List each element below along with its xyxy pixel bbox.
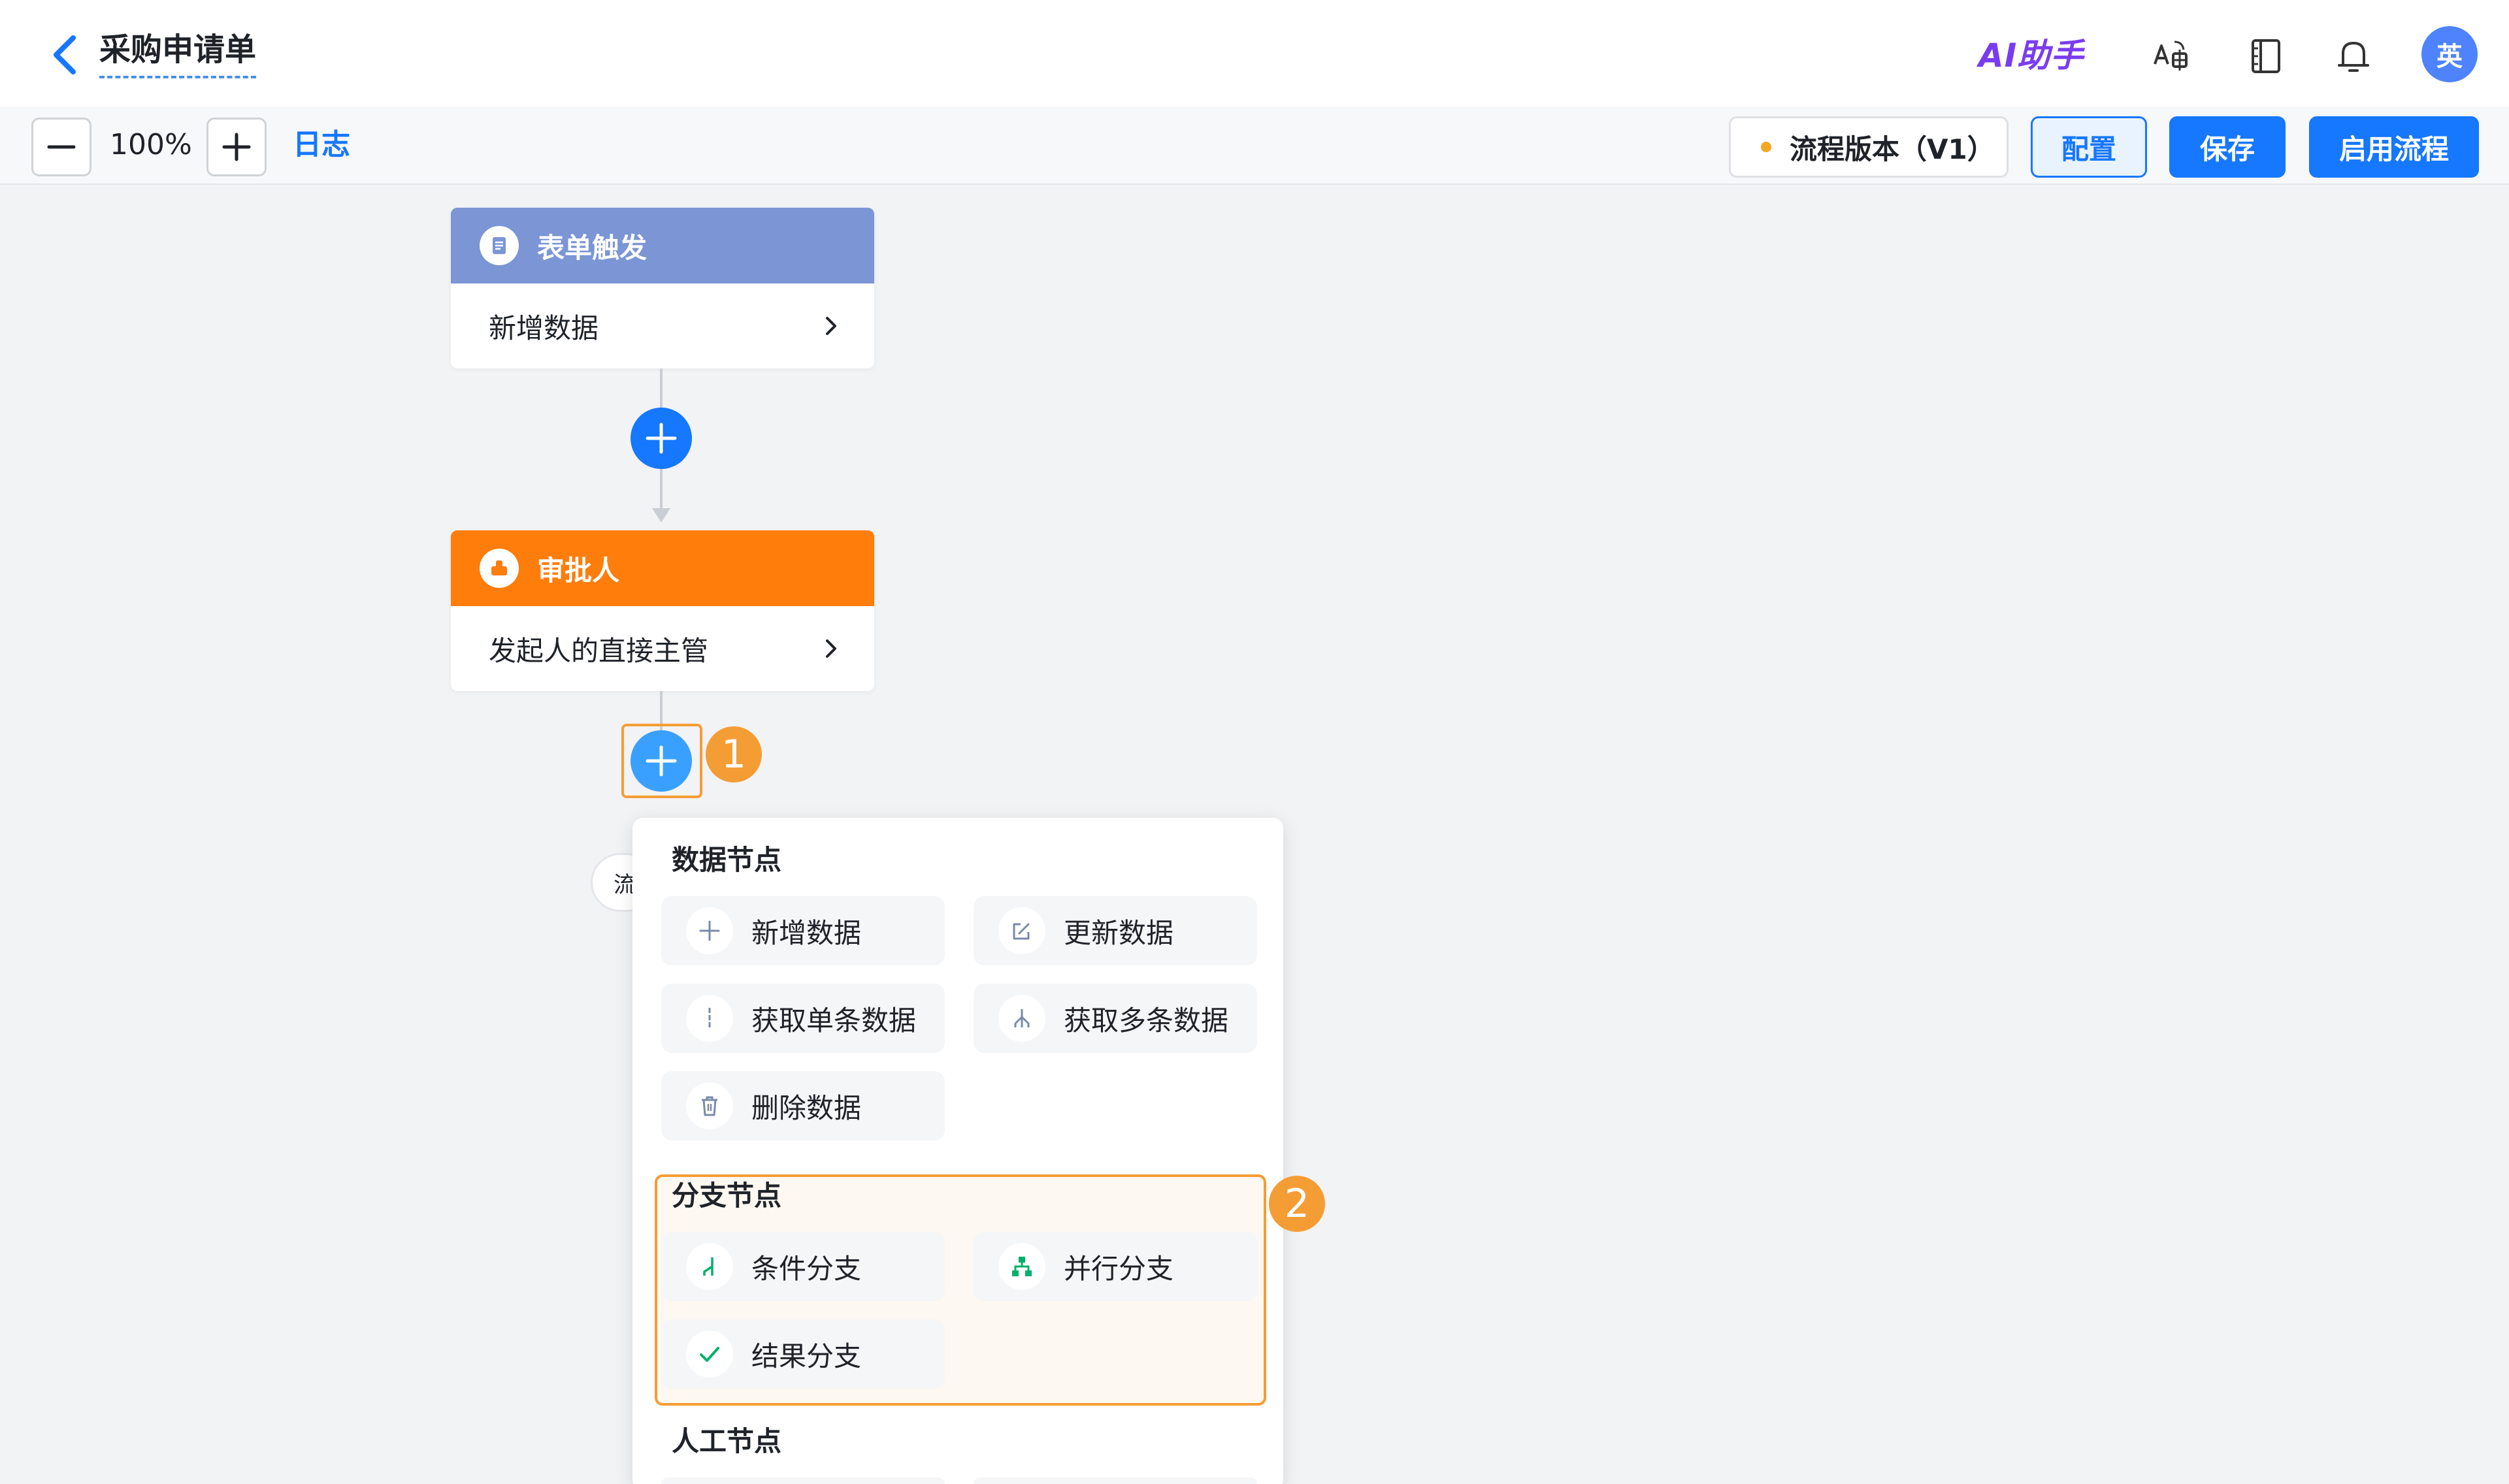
approver-icon [480,549,519,588]
minus-icon [47,145,76,149]
trigger-node-desc: 新增数据 [489,312,599,344]
approver-node-title: 审批人 [537,554,620,587]
version-label: 流程版本（V1） [1790,133,1995,165]
save-button[interactable]: 保存 [2169,116,2286,178]
zoom-in-button[interactable] [206,118,267,176]
branch-section-title: 分支节点 [672,1180,782,1212]
menu-item-label: 新增数据 [751,916,862,949]
form-icon [480,226,519,265]
menu-item-get-multi-data[interactable]: 获取多条数据 [974,984,1257,1053]
approver-node-header: 审批人 [451,530,874,606]
multi-data-icon [998,995,1045,1042]
back-arrow-icon[interactable] [46,31,85,78]
trigger-node-card[interactable]: 表单触发 新增数据 [451,208,874,368]
trigger-node-body[interactable]: 新增数据 [451,283,874,368]
enable-flow-button[interactable]: 启用流程 [2309,116,2479,178]
single-data-icon [686,995,733,1042]
add-node-button-active[interactable] [631,730,692,792]
parallel-branch-icon [998,1243,1045,1290]
trash-icon [686,1082,733,1129]
check-icon [686,1331,733,1378]
condition-branch-icon [686,1243,733,1290]
translate-icon[interactable] [2150,35,2191,77]
bell-icon[interactable] [2333,35,2374,77]
version-selector[interactable]: 流程版本（V1） [1729,116,2009,178]
menu-item-result-branch[interactable]: 结果分支 [661,1319,945,1389]
menu-item-label: 并行分支 [1064,1252,1174,1285]
plus-icon [222,133,251,161]
plus-icon [686,907,733,954]
trigger-node-title: 表单触发 [537,231,648,264]
menu-item-partial[interactable] [974,1477,1257,1484]
trigger-node-header: 表单触发 [451,208,874,283]
page-title[interactable]: 采购申请单 [99,27,257,78]
manual-section-title: 人工节点 [672,1425,782,1457]
menu-item-label: 获取多条数据 [1064,1004,1229,1037]
menu-item-label: 删除数据 [751,1091,862,1124]
approver-node-card[interactable]: 审批人 发起人的直接主管 [451,530,874,691]
config-button[interactable]: 配置 [2031,116,2147,178]
menu-item-get-single-data[interactable]: 获取单条数据 [661,984,945,1053]
menu-item-parallel-branch[interactable]: 并行分支 [974,1232,1257,1301]
chevron-right-icon [826,317,836,335]
zoom-out-button[interactable] [31,118,91,176]
chevron-right-icon [826,639,836,658]
menu-item-label: 更新数据 [1064,916,1174,949]
menu-item-label: 获取单条数据 [751,1004,917,1037]
log-link[interactable]: 日志 [293,125,350,165]
ai-assistant-button[interactable]: AI助手 [1978,34,2084,77]
menu-item-label: 条件分支 [751,1252,862,1285]
approver-node-desc: 发起人的直接主管 [489,634,709,667]
arrow-down-icon [652,508,670,523]
menu-item-update-data[interactable]: 更新数据 [974,896,1257,965]
menu-item-delete-data[interactable]: 删除数据 [661,1071,945,1140]
step-badge-2: 2 [1269,1176,1325,1232]
approver-node-body[interactable]: 发起人的直接主管 [451,606,874,691]
menu-item-partial[interactable] [661,1477,945,1484]
menu-item-add-data[interactable]: 新增数据 [661,896,945,965]
app-header [0,0,2509,106]
data-section-title: 数据节点 [672,844,782,876]
zoom-level: 100% [110,128,192,161]
menu-item-condition-branch[interactable]: 条件分支 [661,1232,945,1301]
plus-icon [646,423,677,454]
menu-item-label: 结果分支 [751,1340,862,1372]
notebook-icon[interactable] [2245,35,2287,77]
step-badge-1: 1 [706,726,762,782]
plus-icon [646,745,677,777]
version-status-dot [1761,142,1771,152]
add-node-button[interactable] [631,408,692,469]
edit-icon [998,907,1045,954]
user-avatar[interactable]: 英 [2421,26,2478,82]
